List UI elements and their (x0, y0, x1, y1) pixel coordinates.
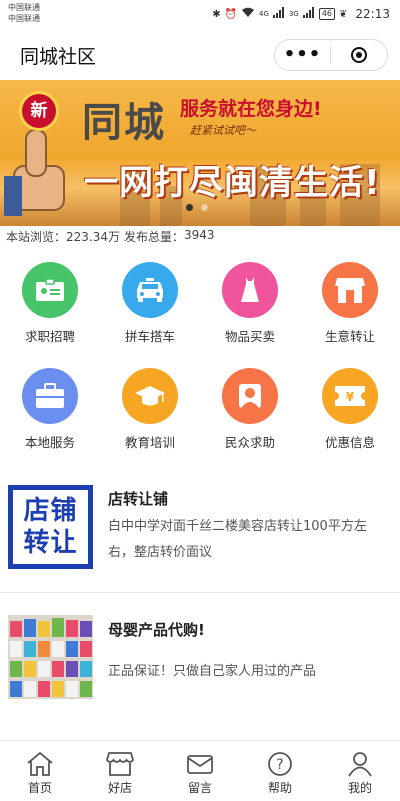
category-label: 优惠信息 (324, 435, 375, 450)
category-icon-bg (222, 262, 278, 318)
signal-icon (272, 7, 285, 21)
new-badge: 新 (22, 94, 56, 128)
status-bar: 中国联通 中国联通 ✱ ⏰ 4G 3G 46 ❦ 22:13 (0, 0, 400, 30)
close-button[interactable] (331, 47, 386, 63)
tab-label: 帮助 (267, 781, 292, 795)
views-label: 本站浏览： (6, 230, 67, 244)
post-thumbnail: 店铺 转让 (8, 485, 93, 569)
views-value: 223.34万 (66, 230, 121, 244)
car-icon (137, 278, 163, 302)
category-business[interactable]: 生意转让 (300, 262, 400, 345)
clock: 22:13 (355, 7, 390, 21)
wifi-icon (241, 7, 255, 21)
tab-messages[interactable]: 留言 (160, 741, 240, 801)
category-icon-bg (222, 368, 278, 424)
dress-icon (241, 277, 259, 302)
coupon-icon: ¥ (335, 386, 365, 406)
carousel-indicators (186, 204, 208, 211)
banner-carousel[interactable]: 新 同城 服务就在您身边! 赶紧试试吧～ 一网打尽闽清生活! (0, 80, 400, 226)
page-title: 同城社区 (20, 46, 97, 68)
carrier-info: 中国联通 中国联通 (8, 2, 40, 24)
category-help[interactable]: 民众求助 (200, 368, 300, 451)
carousel-dot[interactable] (201, 204, 208, 211)
status-icons: ✱ ⏰ 4G 3G 46 ❦ 22:13 (212, 6, 390, 22)
category-icon-bg (22, 262, 78, 318)
banner-tagline: 服务就在您身边! (180, 98, 322, 120)
tab-label: 留言 (187, 781, 212, 795)
network-1-label: 4G (259, 10, 269, 18)
category-local-service[interactable]: 本地服务 (0, 368, 100, 451)
battery-icon: 46 (318, 8, 336, 20)
category-icon-bg (122, 262, 178, 318)
carousel-dot[interactable] (186, 204, 193, 211)
store-icon (106, 752, 134, 776)
category-label: 生意转让 (324, 329, 375, 344)
tab-label: 我的 (347, 781, 372, 795)
network-2-label: 3G (288, 10, 299, 18)
tab-profile[interactable]: 我的 (320, 741, 400, 801)
thumbnail-text: 店铺 (23, 496, 78, 526)
carrier-2: 中国联通 (8, 14, 40, 23)
svg-text:¥: ¥ (346, 390, 355, 404)
close-icon (350, 47, 367, 63)
category-icon-bg (122, 368, 178, 424)
thumbnail-text: 转让 (23, 528, 78, 558)
post-thumbnail (8, 615, 93, 703)
user-icon (348, 752, 372, 777)
posts-value: 3943 (184, 228, 215, 242)
graduation-cap-icon (135, 386, 165, 406)
site-stats: 本站浏览： 223.34万 发布总量： 3943 (6, 228, 215, 245)
help-icon: ? (268, 752, 292, 776)
more-button[interactable]: ••• (275, 40, 330, 70)
category-label: 教育培训 (124, 435, 175, 450)
category-education[interactable]: 教育培训 (100, 368, 200, 451)
mini-program-capsule: ••• (274, 39, 388, 71)
post-title: 店转让铺 (108, 490, 169, 508)
category-icon-bg (22, 368, 78, 424)
tab-label: 好店 (107, 781, 132, 795)
person-card-icon (239, 384, 261, 408)
tab-help[interactable]: ? 帮助 (240, 741, 320, 801)
category-goods[interactable]: 物品买卖 (200, 262, 300, 345)
carrier-1: 中国联通 (8, 3, 40, 12)
shop-icon (335, 278, 365, 303)
banner-headline: 同城 (82, 100, 166, 146)
banner-slogan: 一网打尽闽清生活! (84, 163, 381, 203)
list-item[interactable]: 母婴产品代购! 正品保证！只做自己家人用过的产品 (0, 593, 400, 723)
tab-bar: 首页 好店 留言 ? 帮助 我的 (0, 740, 400, 801)
id-card-icon (36, 278, 64, 301)
category-deals[interactable]: ¥ 优惠信息 (300, 368, 400, 451)
banner-signature: 赶紧试试吧～ (190, 124, 256, 137)
bluetooth-icon: ✱ (212, 8, 221, 20)
alarm-icon: ⏰ (224, 8, 238, 20)
category-label: 本地服务 (24, 435, 75, 450)
category-icon-bg: ¥ (322, 368, 378, 424)
category-label: 民众求助 (224, 435, 275, 450)
toolbox-icon (36, 383, 64, 408)
category-label: 拼车搭车 (124, 329, 175, 344)
tab-label: 首页 (27, 781, 52, 795)
category-icon-bg (322, 262, 378, 318)
post-description: 正品保证！只做自己家人用过的产品 (108, 664, 317, 679)
tab-home[interactable]: 首页 (0, 741, 80, 801)
post-description: 白中中学对面千丝二楼美容店转让100平方左右，整店转价面议 (108, 519, 367, 560)
nav-bar: 同城社区 ••• (0, 30, 400, 80)
thumbs-up-icon (4, 129, 65, 216)
posts-label: 发布总量： (124, 230, 185, 244)
leaf-icon: ❦ (339, 8, 348, 20)
post-title: 母婴产品代购! (108, 621, 205, 639)
category-carpool[interactable]: 拼车搭车 (100, 262, 200, 345)
signal-icon-2 (302, 7, 315, 21)
category-label: 物品买卖 (224, 329, 275, 344)
mail-icon (187, 755, 213, 774)
tab-stores[interactable]: 好店 (80, 741, 160, 801)
category-jobs[interactable]: 求职招聘 (0, 262, 100, 345)
category-label: 求职招聘 (24, 329, 75, 344)
svg-text:?: ? (276, 757, 283, 773)
list-item[interactable]: 店铺 转让 店转让铺 白中中学对面千丝二楼美容店转让100平方左右，整店转价面议 (0, 470, 400, 588)
home-icon (27, 751, 53, 776)
